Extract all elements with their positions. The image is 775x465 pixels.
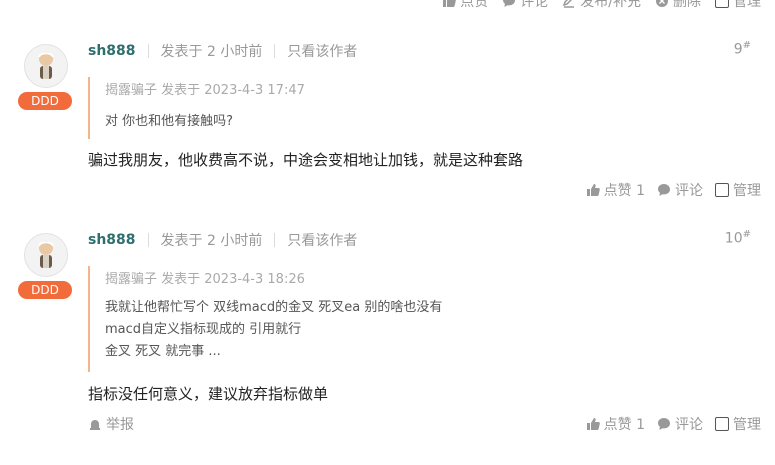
username[interactable]: sh888	[88, 232, 136, 248]
user-level-badge: DDD	[18, 281, 72, 299]
comment-icon	[658, 418, 670, 430]
user-level-badge: DDD	[18, 92, 72, 110]
edit-icon	[563, 0, 575, 8]
manage-label: 管理	[733, 0, 761, 10]
username[interactable]: sh888	[88, 43, 136, 59]
quote-line: 我就让他帮忙写个 双线macd的金叉 死叉ea 别的啥也没有	[105, 300, 443, 315]
comment-label: 评论	[675, 183, 703, 199]
floor-number-value: 10	[724, 230, 743, 247]
like-label: 点赞	[460, 0, 489, 10]
publish-supplement-label: 发布/补充	[580, 0, 641, 10]
comment-button[interactable]: 评论	[657, 414, 703, 434]
post-actions: 点赞 1 评论 管理	[586, 180, 761, 200]
divider	[147, 233, 149, 247]
quote-line: 金叉 死叉 就完事 ...	[105, 344, 221, 359]
avatar-icon	[38, 241, 54, 268]
post-content: 骗过我朋友，他收费高不说，中途会变相地让加钱，就是这种套路	[88, 151, 524, 169]
manage-checkbox[interactable]	[715, 183, 729, 197]
post-meta: sh888 发表于 2 小时前 只看该作者	[88, 41, 357, 61]
quote-header: 揭露骗子 发表于 2023-4-3 18:26	[105, 272, 305, 287]
comment-icon	[503, 0, 516, 7]
previous-post-actions: 点赞 评论 发布/补充 删除 管理	[442, 0, 761, 11]
quote-header: 揭露骗子 发表于 2023-4-3 17:47	[105, 83, 305, 98]
comment-label: 评论	[675, 417, 703, 433]
only-author-link[interactable]: 只看该作者	[287, 41, 357, 61]
floor-mark: #	[742, 40, 751, 51]
only-author-link[interactable]: 只看该作者	[287, 230, 357, 250]
manage-checkbox[interactable]	[715, 417, 729, 431]
quote-line: 对 你也和他有接触吗?	[105, 114, 234, 129]
comment-button[interactable]: 评论	[657, 180, 703, 200]
manage-label: 管理	[733, 183, 761, 199]
delete-label: 删除	[673, 0, 701, 10]
thumbs-up-icon	[586, 418, 600, 430]
thumbs-up-icon	[586, 184, 600, 196]
manage-toggle[interactable]: 管理	[715, 180, 761, 200]
alarm-bell-icon	[90, 420, 100, 430]
quote-block: 揭露骗子 发表于 2023-4-3 18:26 我就让他帮忙写个 双线macd的…	[88, 266, 442, 372]
divider	[147, 44, 149, 58]
like-button[interactable]: 点赞 1	[586, 180, 645, 200]
quote-block: 揭露骗子 发表于 2023-4-3 17:47 对 你也和他有接触吗?	[88, 77, 305, 139]
report-label: 举报	[106, 417, 134, 433]
comment-label: 评论	[520, 0, 549, 10]
avatar[interactable]	[24, 44, 68, 88]
like-label: 点赞 1	[603, 417, 645, 433]
thumbs-up-icon	[443, 0, 457, 7]
manage-toggle[interactable]: 管理	[715, 0, 761, 11]
delete-button[interactable]: 删除	[655, 0, 701, 11]
divider	[274, 44, 276, 58]
post-content: 指标没任何意义，建议放弃指标做单	[88, 385, 329, 403]
close-circle-icon	[656, 0, 668, 7]
avatar[interactable]	[24, 233, 68, 277]
post-time: 发表于 2 小时前	[160, 233, 263, 249]
manage-toggle[interactable]: 管理	[715, 414, 761, 434]
manage-label: 管理	[733, 417, 761, 433]
like-button[interactable]: 点赞	[442, 0, 488, 11]
floor-mark: #	[742, 229, 751, 240]
floor-number[interactable]: 9#	[734, 40, 751, 58]
floor-number-value: 9	[733, 41, 743, 58]
post-meta: sh888 发表于 2 小时前 只看该作者	[88, 230, 357, 250]
avatar-icon	[38, 52, 54, 79]
post-time: 发表于 2 小时前	[160, 44, 263, 60]
post-actions: 点赞 1 评论 管理	[586, 414, 761, 434]
quote-line: macd自定义指标现成的 引用就行	[105, 322, 302, 337]
comment-button[interactable]: 评论	[502, 0, 548, 11]
comment-icon	[658, 184, 670, 196]
divider	[274, 233, 276, 247]
like-button[interactable]: 点赞 1	[586, 414, 645, 434]
like-label: 点赞 1	[603, 183, 645, 199]
floor-number[interactable]: 10#	[725, 229, 751, 247]
manage-checkbox[interactable]	[715, 0, 729, 8]
report-button[interactable]: 举报	[88, 414, 134, 434]
publish-supplement-button[interactable]: 发布/补充	[562, 0, 641, 11]
